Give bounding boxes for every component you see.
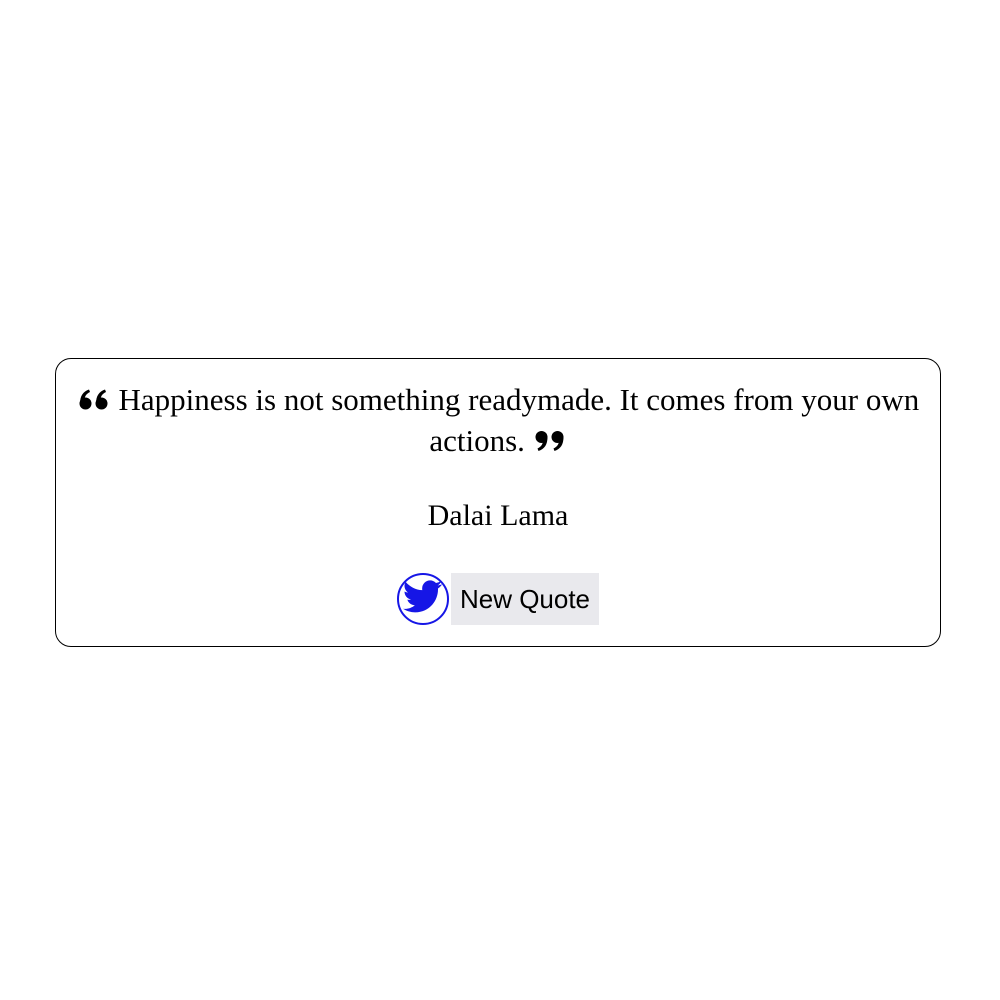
quote-box: Happiness is not something readymade. It…	[55, 358, 941, 647]
close-quote-icon	[535, 420, 565, 461]
twitter-bird-icon	[402, 579, 443, 619]
quote-text: Happiness is not something readymade. It…	[118, 382, 920, 458]
new-quote-button[interactable]: New Quote	[450, 573, 600, 625]
open-quote-icon	[79, 379, 109, 420]
actions-bar: New Quote	[56, 571, 940, 627]
quote-author: Dalai Lama	[427, 499, 569, 532]
tweet-quote-button[interactable]	[396, 573, 449, 625]
quote-text-block: Happiness is not something readymade. It…	[74, 379, 922, 461]
